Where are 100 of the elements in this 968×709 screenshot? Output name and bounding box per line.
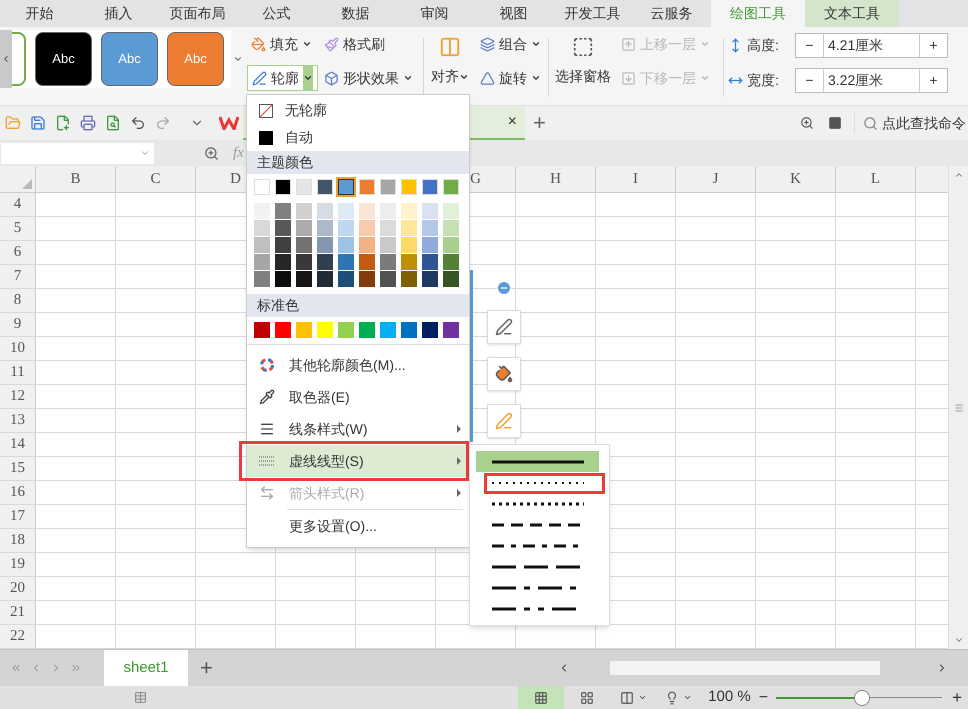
menu-item[interactable]: 其他轮廓颜色(M)... <box>247 349 469 381</box>
color-swatch[interactable] <box>317 237 333 253</box>
close-tab-button[interactable]: × <box>504 114 521 130</box>
color-swatch[interactable] <box>254 220 270 236</box>
first-sheet-icon[interactable] <box>10 662 22 674</box>
outline-style-button[interactable] <box>487 310 521 344</box>
fill-color-button[interactable] <box>487 357 521 391</box>
menu-item[interactable]: 无轮廓 <box>247 97 469 124</box>
edit-shape-button[interactable] <box>487 404 521 438</box>
selection-pane-button[interactable]: 选择窗格 <box>549 30 617 87</box>
color-swatch[interactable] <box>422 271 438 287</box>
color-swatch[interactable] <box>275 237 291 253</box>
color-swatch[interactable] <box>380 322 396 338</box>
color-swatch[interactable] <box>443 271 459 287</box>
reading-mode-button[interactable] <box>665 690 692 704</box>
outline-button[interactable]: 轮廓 <box>247 65 318 91</box>
group-button[interactable]: 组合 <box>476 31 548 57</box>
column-header[interactable]: I <box>633 168 638 190</box>
shape-style-preview[interactable] <box>12 32 26 86</box>
color-swatch[interactable] <box>317 220 333 236</box>
ribbon-tab[interactable]: 视图 <box>474 0 553 27</box>
size-spinner[interactable]: − 4.21厘米 + <box>795 33 948 58</box>
color-swatch[interactable] <box>296 220 312 236</box>
ribbon-tab[interactable]: 文本工具 <box>805 0 899 27</box>
ribbon-tab[interactable]: 云服务 <box>632 0 711 27</box>
column-header[interactable]: C <box>150 168 160 190</box>
vertical-scrollbar[interactable] <box>948 166 968 649</box>
color-swatch[interactable] <box>317 322 333 338</box>
color-swatch[interactable] <box>338 271 354 287</box>
color-swatch[interactable] <box>275 220 291 236</box>
color-swatch[interactable] <box>380 220 396 236</box>
column-header[interactable]: L <box>870 168 880 190</box>
shape-effects-button[interactable]: 形状效果 <box>320 65 417 91</box>
color-swatch[interactable] <box>380 254 396 270</box>
color-swatch[interactable] <box>422 220 438 236</box>
color-swatch[interactable] <box>338 322 354 338</box>
color-swatch[interactable] <box>275 203 291 219</box>
add-sheet-button[interactable]: + <box>200 657 213 679</box>
color-swatch[interactable] <box>401 203 417 219</box>
ribbon-tab[interactable]: 数据 <box>316 0 395 27</box>
color-swatch[interactable] <box>359 220 375 236</box>
open-folder-icon[interactable] <box>5 115 21 131</box>
decrement-button[interactable]: − <box>796 69 824 92</box>
color-swatch[interactable] <box>254 237 270 253</box>
column-header[interactable]: B <box>70 168 80 190</box>
zoom-in-button[interactable]: + <box>952 689 962 706</box>
zoom-slider[interactable] <box>776 690 942 706</box>
color-swatch[interactable] <box>296 203 312 219</box>
color-swatch[interactable] <box>359 237 375 253</box>
scroll-grip-icon[interactable] <box>954 402 964 412</box>
color-swatch[interactable] <box>317 271 333 287</box>
zoom-slider-thumb[interactable] <box>854 690 870 706</box>
color-swatch[interactable] <box>443 203 459 219</box>
column-header[interactable]: G <box>470 168 481 190</box>
last-sheet-icon[interactable] <box>70 662 82 674</box>
color-swatch[interactable] <box>275 254 291 270</box>
zoom-out-button[interactable]: − <box>758 690 768 706</box>
new-file-icon[interactable] <box>55 115 71 131</box>
color-swatch[interactable] <box>443 220 459 236</box>
zoom-formula-icon[interactable] <box>204 146 219 160</box>
shape-style-preview[interactable]: Abc <box>35 32 92 86</box>
color-swatch[interactable] <box>296 322 312 338</box>
align-button[interactable]: 对齐 <box>424 30 476 87</box>
color-swatch[interactable] <box>338 203 354 219</box>
sheet-tab[interactable]: sheet1 <box>104 650 188 686</box>
color-swatch[interactable] <box>443 237 459 253</box>
color-swatch[interactable] <box>443 322 459 338</box>
color-swatch[interactable] <box>359 254 375 270</box>
ribbon-tab[interactable]: 开始 <box>0 0 79 27</box>
color-swatch[interactable] <box>359 322 375 338</box>
color-swatch[interactable] <box>401 322 417 338</box>
column-header[interactable]: K <box>790 168 801 190</box>
zoom-percentage[interactable]: 100 % <box>708 686 751 709</box>
color-swatch[interactable] <box>317 203 333 219</box>
color-swatch[interactable] <box>422 203 438 219</box>
color-swatch[interactable] <box>296 271 312 287</box>
color-swatch[interactable] <box>380 203 396 219</box>
color-swatch[interactable] <box>254 271 270 287</box>
redo-icon[interactable] <box>155 115 171 131</box>
color-swatch[interactable] <box>380 237 396 253</box>
color-swatch[interactable] <box>443 254 459 270</box>
ribbon-tab[interactable]: 公式 <box>237 0 316 27</box>
collapse-icon[interactable] <box>496 280 512 296</box>
color-swatch[interactable] <box>296 254 312 270</box>
color-swatch[interactable] <box>254 203 270 219</box>
color-swatch[interactable] <box>338 237 354 253</box>
increment-button[interactable]: + <box>919 34 947 57</box>
undo-icon[interactable] <box>130 115 146 131</box>
column-header[interactable]: D <box>230 168 241 190</box>
color-swatch[interactable] <box>254 254 270 270</box>
color-swatch[interactable] <box>275 322 291 338</box>
color-swatch[interactable] <box>401 220 417 236</box>
size-spinner[interactable]: − 3.22厘米 + <box>795 68 948 93</box>
view-mode-button[interactable] <box>518 686 564 709</box>
menu-item[interactable]: 线条样式(W) <box>247 413 469 445</box>
page-layout-button[interactable] <box>620 690 648 704</box>
color-swatch[interactable] <box>296 237 312 253</box>
scroll-thumb[interactable] <box>610 661 880 675</box>
color-swatch[interactable] <box>338 254 354 270</box>
color-swatch[interactable] <box>422 254 438 270</box>
